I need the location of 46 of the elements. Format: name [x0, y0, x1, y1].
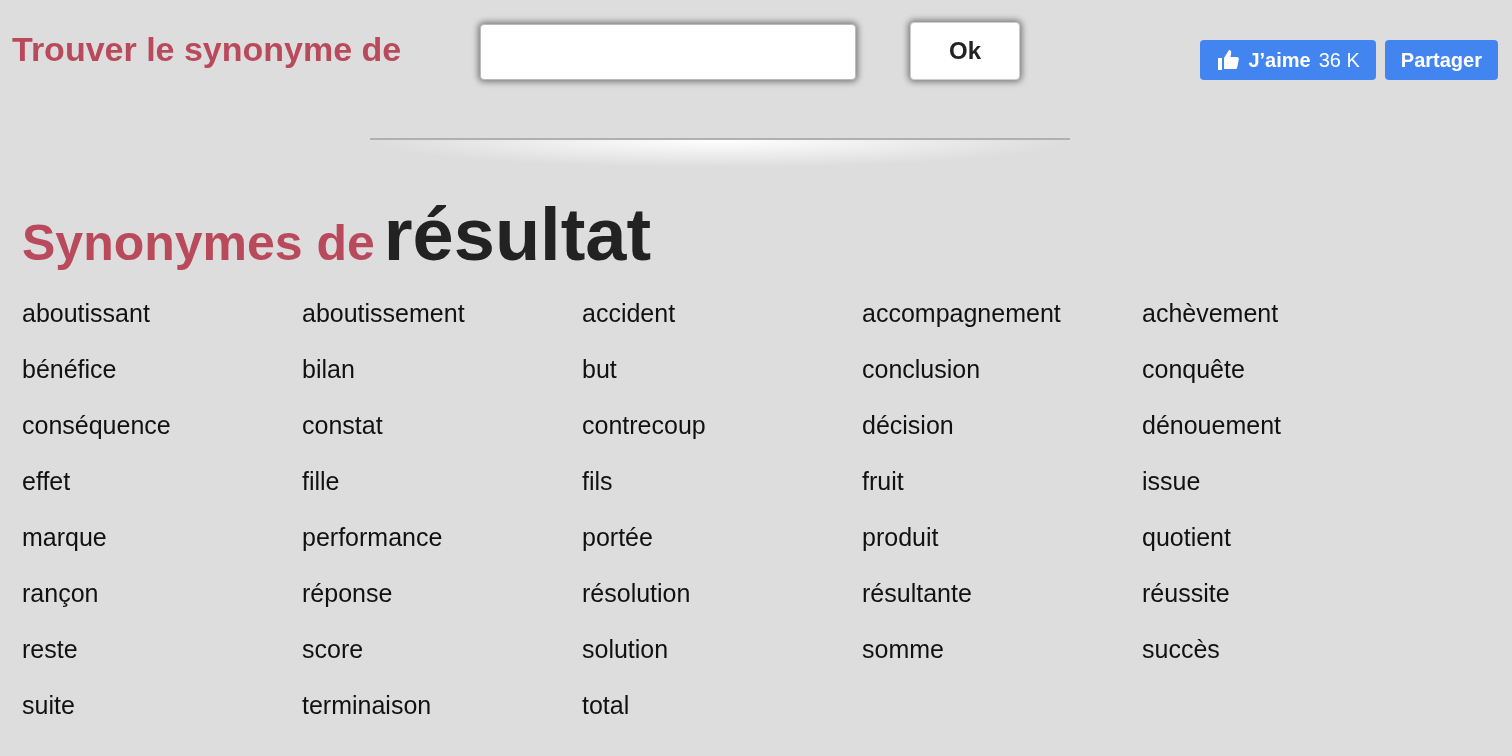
heading-word: résultat	[383, 193, 652, 276]
synonym-link[interactable]: marque	[22, 523, 107, 553]
synonym-link[interactable]: réponse	[302, 579, 393, 609]
synonym-link[interactable]: achèvement	[1142, 299, 1279, 329]
synonym-link[interactable]: solution	[582, 635, 669, 665]
share-button[interactable]: Partager	[1384, 40, 1498, 80]
synonym-link[interactable]: accompagnement	[862, 299, 1061, 329]
synonym-link[interactable]: constat	[302, 411, 383, 441]
synonym-link[interactable]: produit	[862, 523, 939, 553]
ok-button[interactable]: Ok	[910, 22, 1020, 80]
synonym-link[interactable]: suite	[22, 691, 75, 721]
synonym-link[interactable]: bénéfice	[22, 355, 117, 385]
synonym-link[interactable]: conclusion	[862, 355, 981, 385]
synonym-link[interactable]: terminaison	[302, 691, 432, 721]
synonym-link[interactable]: accident	[582, 299, 676, 329]
synonym-link[interactable]: résultante	[862, 579, 972, 609]
synonym-link[interactable]: aboutissant	[22, 299, 150, 329]
synonym-link[interactable]: fille	[302, 467, 340, 497]
synonym-link[interactable]: fils	[582, 467, 613, 497]
synonym-link[interactable]: total	[582, 691, 630, 721]
heading-prefix: Synonymes de	[22, 215, 375, 271]
synonym-link[interactable]: effet	[22, 467, 71, 497]
synonym-link[interactable]: décision	[862, 411, 954, 441]
synonym-link[interactable]: rançon	[22, 579, 99, 609]
synonym-link[interactable]: conquête	[1142, 355, 1245, 385]
synonym-link[interactable]: performance	[302, 523, 443, 553]
synonym-link[interactable]: résolution	[582, 579, 691, 609]
synonym-link[interactable]: aboutissement	[302, 299, 465, 329]
synonym-link[interactable]: bilan	[302, 355, 355, 385]
synonym-link[interactable]: dénouement	[1142, 411, 1281, 441]
search-label: Trouver le synonyme de	[12, 29, 403, 69]
synonym-link[interactable]: succès	[1142, 635, 1220, 665]
synonym-link[interactable]: but	[582, 355, 617, 385]
synonym-link[interactable]: score	[302, 635, 364, 665]
synonym-link[interactable]: fruit	[862, 467, 904, 497]
synonym-link[interactable]: somme	[862, 635, 944, 665]
search-field[interactable]	[480, 24, 856, 80]
synonym-link[interactable]: portée	[582, 523, 653, 553]
thumbs-up-icon	[1216, 48, 1241, 72]
synonym-link[interactable]: réussite	[1142, 579, 1230, 609]
synonym-link[interactable]: conséquence	[22, 411, 171, 441]
synonym-link[interactable]: reste	[22, 635, 78, 665]
synonym-link[interactable]: quotient	[1142, 523, 1231, 553]
synonym-link[interactable]: issue	[1142, 467, 1201, 497]
like-button[interactable]: J’aime 36 K	[1200, 40, 1376, 80]
synonym-link[interactable]: contrecoup	[582, 411, 706, 441]
